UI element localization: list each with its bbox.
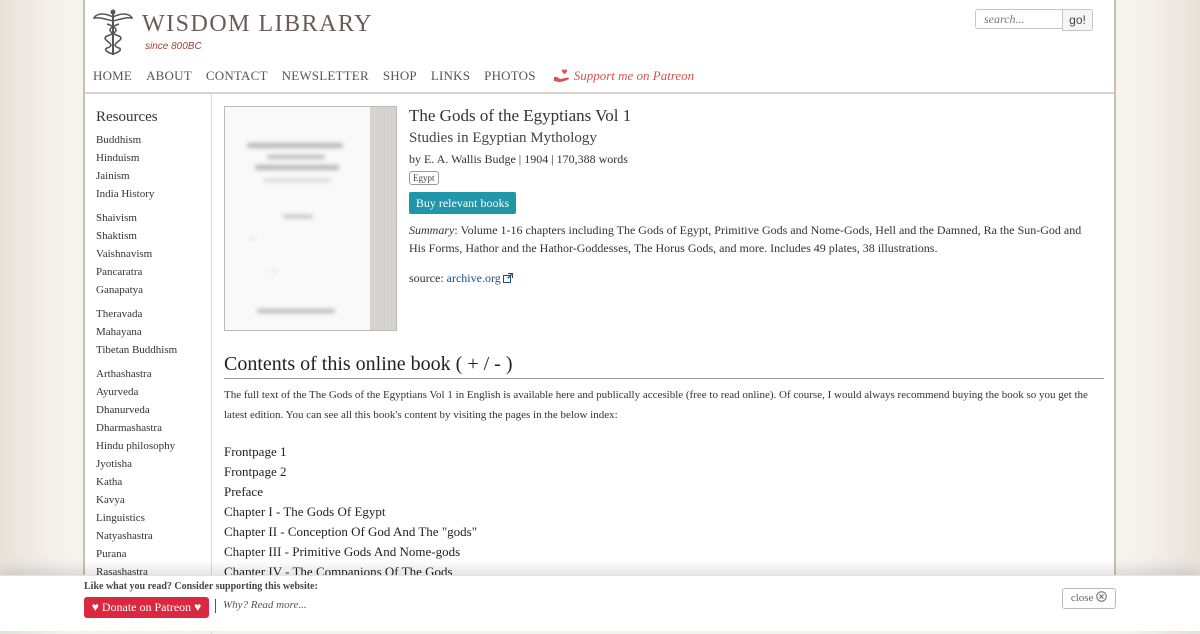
patreon-label: Support me on Patreon bbox=[573, 68, 695, 83]
summary-label: Summary bbox=[409, 223, 455, 237]
nav-home[interactable]: HOME bbox=[93, 68, 132, 84]
close-banner-button[interactable]: close bbox=[1062, 588, 1116, 609]
header-divider bbox=[85, 92, 1114, 94]
sidebar-item-india-history[interactable]: India History bbox=[96, 185, 211, 203]
nav-links[interactable]: LINKS bbox=[431, 68, 470, 84]
book-cover-image[interactable] bbox=[224, 106, 397, 331]
sidebar-item-tibetan-buddhism[interactable]: Tibetan Buddhism bbox=[96, 341, 211, 359]
sidebar-item-shaivism[interactable]: Shaivism bbox=[96, 209, 211, 227]
sidebar-item-arthashastra[interactable]: Arthashastra bbox=[96, 365, 211, 383]
cover-page bbox=[225, 107, 370, 330]
sidebar-item-theravada[interactable]: Theravada bbox=[96, 305, 211, 323]
banner-text: Like what you read? Consider supporting … bbox=[84, 581, 318, 592]
book-subtitle: Studies in Egyptian Mythology bbox=[409, 130, 597, 146]
sidebar-item-buddhism[interactable]: Buddhism bbox=[96, 131, 211, 149]
cover-page-edges bbox=[370, 107, 396, 330]
source-link[interactable]: archive.org bbox=[447, 271, 501, 285]
toc-item[interactable]: Chapter III - Primitive Gods And Nome-go… bbox=[224, 542, 1104, 562]
site-title[interactable]: WISDOM LIBRARY bbox=[142, 11, 373, 38]
main-nav: HOME ABOUT CONTACT NEWSLETTER SHOP LINKS… bbox=[93, 68, 694, 84]
sidebar-item-purana[interactable]: Purana bbox=[96, 545, 211, 563]
sidebar-item-ayurveda[interactable]: Ayurveda bbox=[96, 383, 211, 401]
caduceus-logo-icon[interactable] bbox=[93, 8, 133, 56]
sidebar: Resources Buddhism Hinduism Jainism Indi… bbox=[85, 94, 212, 634]
source-label: source: bbox=[409, 271, 447, 285]
sidebar-item-katha[interactable]: Katha bbox=[96, 473, 211, 491]
summary-text: : Volume 1-16 chapters including The God… bbox=[409, 223, 1082, 255]
sidebar-item-natyashastra[interactable]: Natyashastra bbox=[96, 527, 211, 545]
close-circle-icon bbox=[1096, 591, 1107, 602]
nav-contact[interactable]: CONTACT bbox=[206, 68, 268, 84]
sidebar-item-vaishnavism[interactable]: Vaishnavism bbox=[96, 245, 211, 263]
nav-about[interactable]: ABOUT bbox=[146, 68, 192, 84]
nav-newsletter[interactable]: NEWSLETTER bbox=[282, 68, 369, 84]
book-tag-egypt[interactable]: Egypt bbox=[409, 171, 439, 185]
book-summary: Summary: Volume 1-16 chapters including … bbox=[409, 221, 1099, 257]
book-source: source: archive.org bbox=[409, 271, 1104, 286]
sidebar-item-hinduism[interactable]: Hinduism bbox=[96, 149, 211, 167]
table-of-contents: Frontpage 1 Frontpage 2 Preface Chapter … bbox=[224, 442, 1104, 582]
donate-patreon-button[interactable]: ♥ Donate on Patreon ♥ bbox=[84, 597, 209, 618]
external-link-icon[interactable] bbox=[502, 273, 513, 283]
sidebar-item-jyotisha[interactable]: Jyotisha bbox=[96, 455, 211, 473]
search-go-button[interactable]: go! bbox=[1062, 9, 1093, 31]
toc-item[interactable]: Frontpage 1 bbox=[224, 442, 1104, 462]
toc-item[interactable]: Frontpage 2 bbox=[224, 462, 1104, 482]
sidebar-item-mahayana[interactable]: Mahayana bbox=[96, 323, 211, 341]
why-read-more-link[interactable]: Why? Read more... bbox=[223, 599, 307, 611]
sidebar-item-dhanurveda[interactable]: Dhanurveda bbox=[96, 401, 211, 419]
support-banner: Like what you read? Consider supporting … bbox=[0, 575, 1200, 631]
toc-item[interactable]: Preface bbox=[224, 482, 1104, 502]
sidebar-item-hindu-philosophy[interactable]: Hindu philosophy bbox=[96, 437, 211, 455]
nav-shop[interactable]: SHOP bbox=[383, 68, 417, 84]
sidebar-item-ganapatya[interactable]: Ganapatya bbox=[96, 281, 211, 299]
nav-patreon-link[interactable]: Support me on Patreon bbox=[553, 68, 694, 84]
sidebar-item-jainism[interactable]: Jainism bbox=[96, 167, 211, 185]
toc-item[interactable]: Chapter I - The Gods Of Egypt bbox=[224, 502, 1104, 522]
sidebar-group-sciences: Arthashastra Ayurveda Dhanurveda Dharmas… bbox=[96, 365, 211, 581]
heart-hand-icon bbox=[553, 69, 569, 82]
sidebar-item-pancaratra[interactable]: Pancaratra bbox=[96, 263, 211, 281]
contents-heading[interactable]: Contents of this online book ( + / - ) bbox=[224, 353, 1104, 379]
book-title: The Gods of the Egyptians Vol 1 bbox=[409, 106, 632, 125]
nav-photos[interactable]: PHOTOS bbox=[484, 68, 536, 84]
sidebar-item-shaktism[interactable]: Shaktism bbox=[96, 227, 211, 245]
banner-separator bbox=[215, 599, 216, 613]
search-input[interactable] bbox=[975, 9, 1063, 29]
sidebar-item-linguistics[interactable]: Linguistics bbox=[96, 509, 211, 527]
sidebar-item-kavya[interactable]: Kavya bbox=[96, 491, 211, 509]
close-label: close bbox=[1070, 592, 1094, 604]
buy-books-button[interactable]: Buy relevant books bbox=[409, 192, 516, 214]
sidebar-item-dharmashastra[interactable]: Dharmashastra bbox=[96, 419, 211, 437]
sidebar-group-hindu-sects: Shaivism Shaktism Vaishnavism Pancaratra… bbox=[96, 209, 211, 299]
site-tagline: since 800BC bbox=[145, 41, 202, 52]
sidebar-group-buddhist-schools: Theravada Mahayana Tibetan Buddhism bbox=[96, 305, 211, 359]
page-container: WISDOM LIBRARY since 800BC go! HOME ABOU… bbox=[83, 0, 1116, 634]
toc-item[interactable]: Chapter II - Conception Of God And The "… bbox=[224, 522, 1104, 542]
contents-intro: The full text of the The Gods of the Egy… bbox=[224, 389, 1088, 421]
sidebar-heading: Resources bbox=[96, 109, 158, 125]
book-info: The Gods of the Egyptians Vol 1 Studies … bbox=[409, 106, 1104, 286]
sidebar-group-traditions: Buddhism Hinduism Jainism India History bbox=[96, 131, 211, 203]
book-meta: by E. A. Wallis Budge | 1904 | 170,388 w… bbox=[409, 152, 628, 166]
